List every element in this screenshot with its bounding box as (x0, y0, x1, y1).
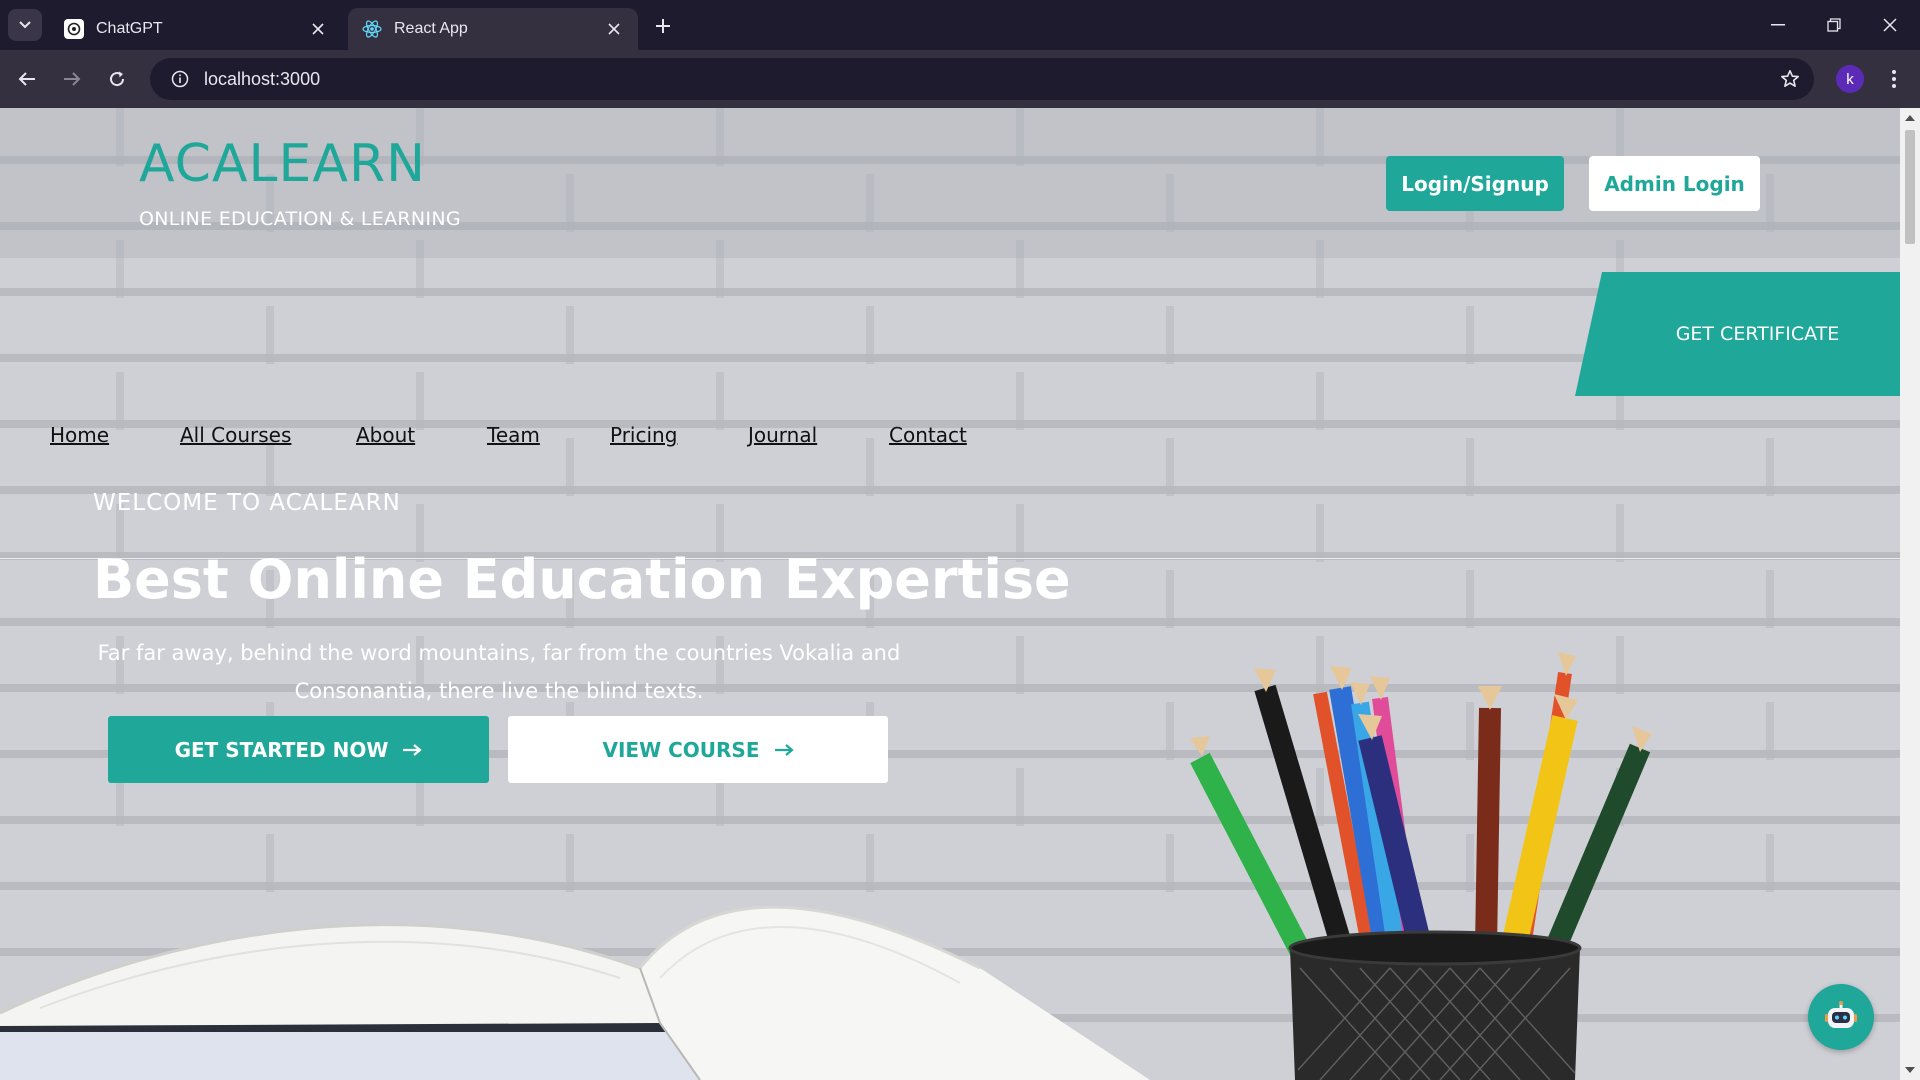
nav-team[interactable]: Team (487, 423, 540, 447)
get-started-button[interactable]: GET STARTED NOW (108, 716, 489, 783)
hero-welcome: WELCOME TO ACALEARN (93, 490, 401, 516)
reload-icon (110, 71, 125, 87)
pencil-cup-image (1190, 652, 1652, 1080)
robot-icon (1825, 1001, 1857, 1028)
get-certificate-label: GET CERTIFICATE (1675, 323, 1840, 345)
close-tab-icon[interactable] (604, 19, 624, 39)
chatbot-launcher-button[interactable] (1808, 984, 1874, 1050)
chevron-down-icon (19, 21, 31, 29)
site-info-icon[interactable] (160, 58, 200, 100)
browser-toolbar: localhost:3000 k (0, 50, 1920, 108)
brand-logo[interactable]: ACALEARN (139, 134, 426, 194)
browser-tab-strip: ChatGPT React App (0, 0, 1920, 50)
chatgpt-favicon-icon (64, 19, 84, 39)
nav-contact[interactable]: Contact (889, 423, 967, 447)
hero-lead-text: Far far away, behind the word mountains,… (97, 641, 901, 703)
forward-button[interactable] (57, 64, 87, 94)
landing-page: ACALEARN ONLINE EDUCATION & LEARNING Log… (0, 108, 1900, 1080)
close-icon (1883, 18, 1897, 32)
nav-journal[interactable]: Journal (748, 423, 817, 447)
plus-icon (656, 19, 670, 33)
close-window-button[interactable] (1870, 8, 1910, 42)
close-tab-icon[interactable] (308, 19, 328, 39)
view-course-label: VIEW COURSE (602, 737, 760, 762)
view-course-button[interactable]: VIEW COURSE (508, 716, 888, 783)
tab-chatgpt[interactable]: ChatGPT (50, 8, 342, 50)
admin-login-button[interactable]: Admin Login (1589, 156, 1760, 211)
new-tab-button[interactable] (650, 13, 676, 39)
arrow-left-icon (18, 72, 35, 86)
page-viewport: ACALEARN ONLINE EDUCATION & LEARNING Log… (0, 108, 1920, 1080)
scrollbar-thumb[interactable] (1905, 130, 1915, 244)
nav-home[interactable]: Home (50, 423, 109, 447)
login-signup-button[interactable]: Login/Signup (1386, 156, 1564, 211)
get-started-label: GET STARTED NOW (174, 737, 389, 762)
address-bar[interactable]: localhost:3000 (150, 58, 1814, 100)
reload-button[interactable] (102, 64, 132, 94)
scroll-down-arrow-icon[interactable] (1904, 1064, 1916, 1076)
brand-tagline: ONLINE EDUCATION & LEARNING (139, 208, 461, 230)
site-header: ACALEARN ONLINE EDUCATION & LEARNING Log… (0, 108, 1900, 258)
more-vertical-icon (1892, 70, 1896, 88)
nav-all-courses[interactable]: All Courses (180, 423, 291, 447)
tab-title: ChatGPT (96, 20, 163, 37)
tab-search-button[interactable] (8, 9, 42, 41)
arrow-right-icon (774, 743, 794, 756)
hero-headline: Best Online Education Expertise (93, 548, 1071, 611)
tab-react-app[interactable]: React App (348, 8, 638, 50)
browser-menu-button[interactable] (1880, 64, 1908, 94)
tab-title: React App (394, 20, 468, 37)
bookmark-star-icon[interactable] (1778, 67, 1802, 91)
profile-avatar[interactable]: k (1836, 65, 1864, 93)
page-scrollbar[interactable] (1900, 108, 1920, 1080)
arrow-right-icon (64, 72, 81, 86)
restore-button[interactable] (1814, 8, 1854, 42)
nav-about[interactable]: About (356, 423, 415, 447)
back-button[interactable] (12, 64, 42, 94)
minimize-button[interactable] (1758, 8, 1798, 42)
react-favicon-icon (362, 19, 382, 39)
url-text: localhost:3000 (204, 68, 321, 89)
nav-pricing[interactable]: Pricing (610, 423, 677, 447)
arrow-right-icon (403, 743, 423, 756)
scroll-up-arrow-icon[interactable] (1904, 112, 1916, 124)
get-certificate-button[interactable]: GET CERTIFICATE (1575, 272, 1900, 396)
minimize-icon (1771, 24, 1785, 26)
restore-icon (1827, 18, 1841, 32)
open-book-image (0, 905, 1150, 1080)
